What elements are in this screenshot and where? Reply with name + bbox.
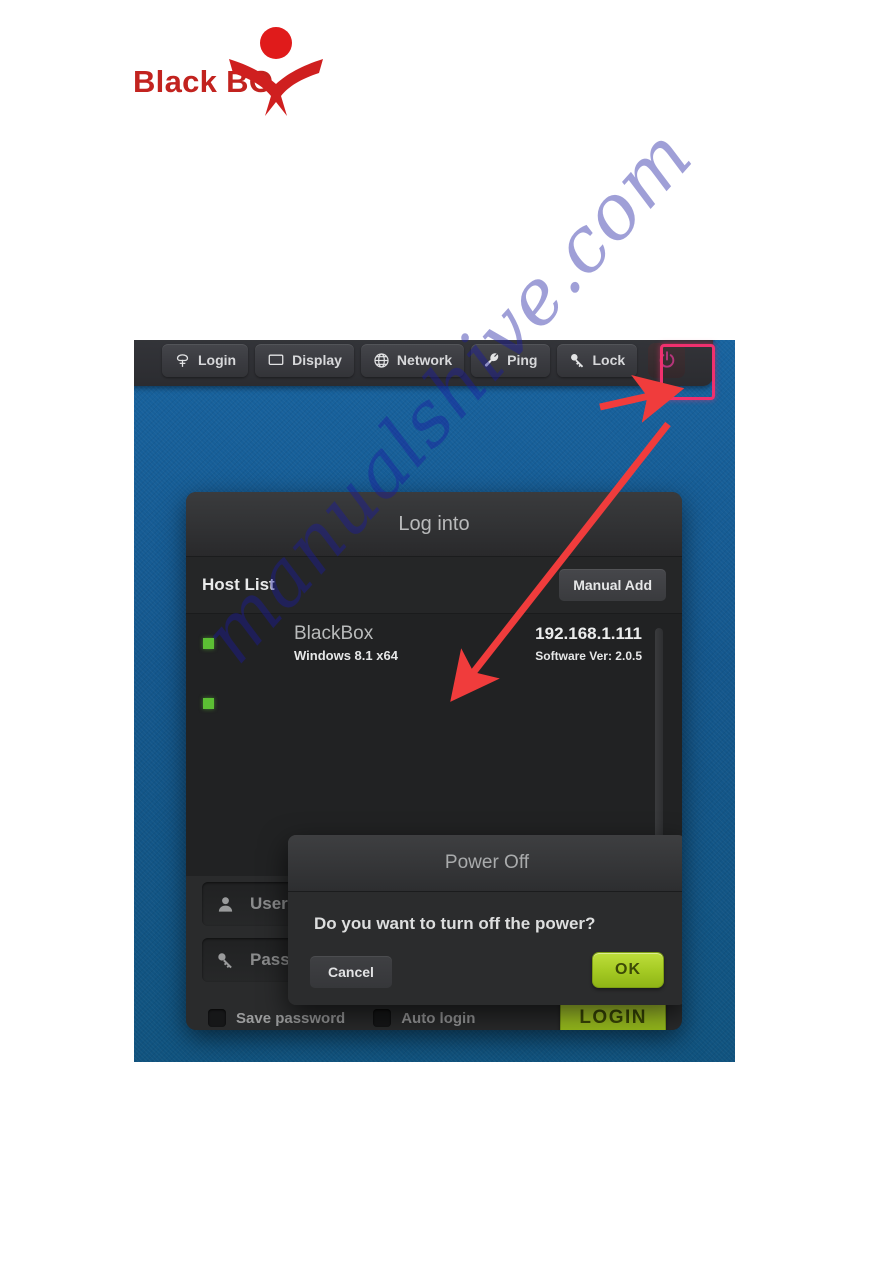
host-status-indicator — [203, 698, 214, 709]
power-off-dialog: Power Off Do you want to turn off the po… — [288, 835, 682, 1005]
user-icon — [218, 897, 233, 912]
wrench-icon — [485, 352, 499, 367]
toolbar-button-display[interactable]: Display — [255, 343, 354, 377]
ok-button[interactable]: OK — [592, 952, 664, 988]
starman-logo-icon — [229, 27, 323, 116]
brand-logo: Black BO — [133, 24, 333, 119]
manual-add-button[interactable]: Manual Add — [559, 569, 666, 601]
login-window-title: Log into — [186, 492, 682, 557]
power-off-dialog-body: Do you want to turn off the power? Cance… — [288, 892, 682, 1005]
login-window: Log into Host List Manual Add BlackBox W… — [186, 492, 682, 1030]
toolbar-button-login-label: Login — [198, 352, 237, 368]
host-software-version: Software Ver: 2.0.5 — [535, 649, 642, 663]
power-icon — [659, 351, 674, 368]
auto-login-label: Auto login — [401, 1009, 476, 1027]
save-password-checkbox[interactable] — [208, 1009, 226, 1027]
toolbar: Login Display Network Ping Lock — [134, 340, 713, 386]
host-name: BlackBox — [294, 623, 374, 644]
host-os: Windows 8.1 x64 — [294, 648, 398, 663]
toolbar-button-power[interactable] — [648, 342, 686, 378]
host-list-bar: Host List Manual Add — [186, 557, 682, 614]
toolbar-button-ping[interactable]: Ping — [471, 343, 550, 377]
device-screen: Login Display Network Ping Lock Log into… — [134, 340, 735, 1062]
toolbar-button-lock[interactable]: Lock — [556, 343, 638, 377]
toolbar-button-login[interactable]: Login — [162, 343, 249, 377]
power-off-dialog-message: Do you want to turn off the power? — [314, 914, 596, 933]
host-list-scrollbar-thumb[interactable] — [655, 628, 663, 860]
monitor-icon — [268, 354, 284, 365]
power-off-dialog-title: Power Off — [288, 835, 682, 892]
host-ip: 192.168.1.111 — [535, 624, 642, 643]
save-password-label: Save password — [236, 1009, 346, 1027]
auto-login-checkbox[interactable] — [373, 1009, 392, 1027]
toolbar-button-network[interactable]: Network — [360, 343, 465, 377]
toolbar-button-lock-label: Lock — [592, 352, 626, 368]
toolbar-button-ping-label: Ping — [507, 352, 538, 368]
host-list-scrollbar[interactable] — [655, 628, 663, 860]
toolbar-button-network-label: Network — [396, 352, 453, 368]
host-list-item[interactable]: BlackBox Windows 8.1 x64 192.168.1.111 S… — [186, 614, 682, 674]
host-status-indicator — [203, 638, 214, 649]
login-icon — [176, 353, 189, 367]
host-list-label: Host List — [202, 575, 275, 594]
host-list-item[interactable] — [186, 674, 682, 734]
toolbar-button-display-label: Display — [292, 352, 342, 368]
globe-icon — [374, 352, 389, 368]
key-icon — [218, 953, 232, 969]
key-icon — [570, 353, 583, 367]
cancel-button[interactable]: Cancel — [310, 956, 392, 988]
